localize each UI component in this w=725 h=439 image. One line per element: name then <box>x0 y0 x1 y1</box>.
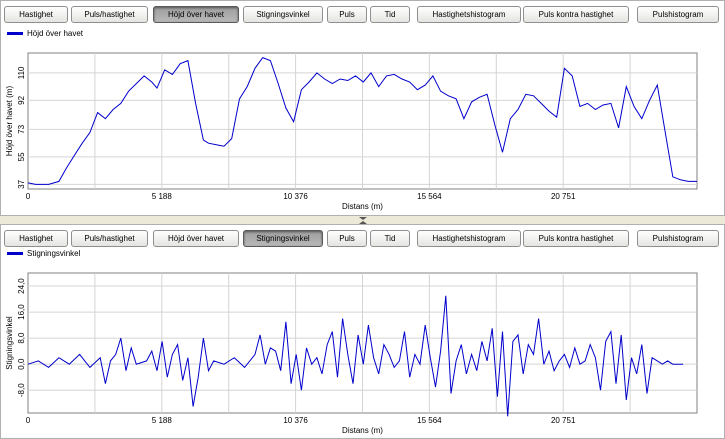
elevation-y-tick-label: 55 <box>17 152 26 161</box>
slope-legend: Stigningsvinkel <box>7 247 80 259</box>
elevation-legend-swatch <box>7 31 23 35</box>
tab-hastighet[interactable]: Hastighet <box>4 230 68 247</box>
elevation-y-axis-label: Höjd över havet (m) <box>5 86 14 157</box>
elevation-x-tick-label: 15 564 <box>417 192 442 201</box>
tab-stigningsvinkel[interactable]: Stigningsvinkel <box>243 230 323 247</box>
elevation-x-axis-label: Distans (m) <box>342 202 383 211</box>
tab-hastighet[interactable]: Hastighet <box>4 6 68 23</box>
chart-tab-toolbar-bottom: Hastighet Puls/hastighet Höjd över havet… <box>1 225 724 251</box>
elevation-panel: Hastighet Puls/hastighet Höjd över havet… <box>0 0 725 216</box>
slope-x-tick-label: 10 376 <box>283 416 308 425</box>
tab-tid[interactable]: Tid <box>370 230 410 247</box>
tab-puls-hastighet[interactable]: Puls/hastighet <box>71 6 148 23</box>
slope-x-tick-label: 5 188 <box>152 416 173 425</box>
slope-y-tick-label: 8,0 <box>17 332 26 344</box>
tab-hojd-over-havet[interactable]: Höjd över havet <box>153 6 239 23</box>
chart-tab-toolbar-top: Hastighet Puls/hastighet Höjd över havet… <box>1 1 724 27</box>
tab-puls-hastighet[interactable]: Puls/hastighet <box>71 230 148 247</box>
elevation-x-tick-label: 0 <box>26 192 31 201</box>
elevation-x-tick-label: 5 188 <box>152 192 173 201</box>
elevation-legend-label: Höjd över havet <box>27 28 84 38</box>
slope-y-axis-label: Stigningsvinkel <box>5 316 14 370</box>
slope-x-tick-label: 20 751 <box>551 416 576 425</box>
slope-x-tick-label: 0 <box>26 416 31 425</box>
splitter-grip-icon[interactable] <box>356 216 370 224</box>
tab-stigningsvinkel[interactable]: Stigningsvinkel <box>243 6 323 23</box>
tab-puls[interactable]: Puls <box>327 230 367 247</box>
slope-y-tick-label: 24,0 <box>17 278 26 294</box>
tab-hastighetshistogram[interactable]: Hastighetshistogram <box>417 6 521 23</box>
tab-pulshistogram[interactable]: Pulshistogram <box>637 6 719 23</box>
elevation-y-tick-label: 73 <box>17 124 26 133</box>
tab-pulshistogram[interactable]: Pulshistogram <box>637 230 719 247</box>
slope-x-tick-label: 15 564 <box>417 416 442 425</box>
panel-splitter[interactable] <box>0 216 725 224</box>
elevation-x-tick-label: 10 376 <box>283 192 308 201</box>
slope-panel: Hastighet Puls/hastighet Höjd över havet… <box>0 224 725 439</box>
elevation-chart: 0 5 188 10 376 15 564 20 751 37 55 73 92 110 Dista… <box>5 52 698 211</box>
slope-y-tick-label: 16,0 <box>17 304 26 320</box>
elevation-y-tick-label: 37 <box>17 179 26 188</box>
elevation-y-tick-label: 92 <box>17 95 26 104</box>
slope-chart: 0 5 188 10 376 15 564 20 751 -8,0 0,0 8,0 16,0 24… <box>5 272 698 435</box>
tab-hojd-over-havet[interactable]: Höjd över havet <box>153 230 239 247</box>
slope-y-tick-label: -8,0 <box>17 383 26 397</box>
elevation-legend: Höjd över havet <box>7 27 83 39</box>
tab-puls[interactable]: Puls <box>327 6 367 23</box>
slope-legend-label: Stigningsvinkel <box>27 248 81 258</box>
elevation-y-tick-label: 110 <box>17 66 26 79</box>
slope-x-axis-label: Distans (m) <box>342 426 383 435</box>
tab-puls-kontra-hastighet[interactable]: Puls kontra hastighet <box>523 6 629 23</box>
tab-tid[interactable]: Tid <box>370 6 410 23</box>
elevation-x-tick-label: 20 751 <box>551 192 576 201</box>
slope-y-tick-label: 0,0 <box>17 358 26 370</box>
tab-puls-kontra-hastighet[interactable]: Puls kontra hastighet <box>523 230 629 247</box>
slope-legend-swatch <box>7 251 23 255</box>
tab-hastighetshistogram[interactable]: Hastighetshistogram <box>417 230 521 247</box>
